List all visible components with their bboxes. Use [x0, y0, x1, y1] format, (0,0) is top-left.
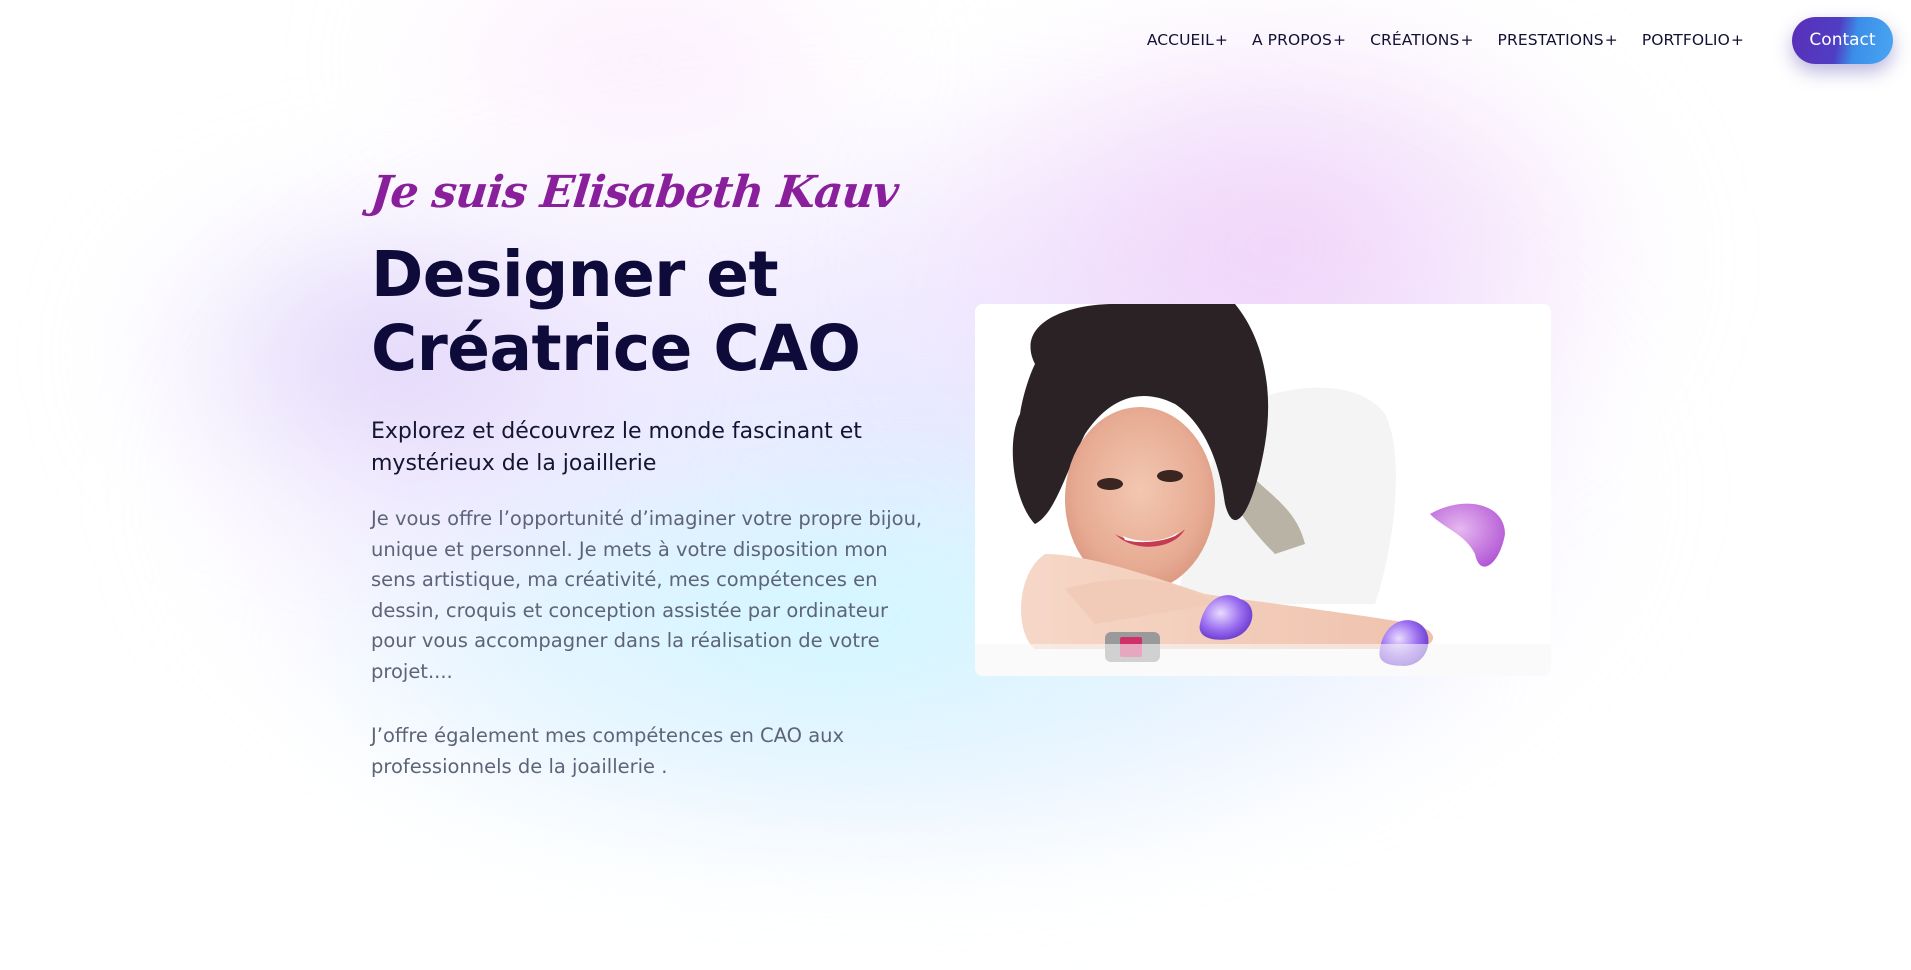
menu-item-label: PRESTATIONS — [1497, 31, 1604, 49]
menu-item-creations[interactable]: CRÉATIONS + — [1370, 31, 1473, 49]
contact-button[interactable]: Contact — [1792, 16, 1893, 64]
plus-icon: + — [1332, 31, 1347, 49]
plus-icon: + — [1460, 31, 1474, 49]
hero-paragraph-1: Je vous offre l’opportunité d’imaginer v… — [371, 507, 923, 683]
hero-kicker: Je suis Elisabeth Kauv — [368, 167, 901, 218]
hero-subtitle: Explorez et découvrez le monde fascinant… — [371, 419, 862, 476]
menu-item-portfolio[interactable]: PORTFOLIO + — [1642, 31, 1744, 49]
menu-item-prestations[interactable]: PRESTATIONS + — [1498, 31, 1618, 49]
plus-icon: + — [1214, 31, 1228, 49]
background-glow — [0, 0, 1911, 970]
main-menu: ACCUEIL + A PROPOS + CRÉATIONS + PRESTATION… — [1123, 31, 1744, 49]
menu-item-label: A PROPOS — [1251, 31, 1332, 49]
plus-icon: + — [1604, 31, 1618, 49]
menu-item-label: CRÉATIONS — [1370, 31, 1460, 49]
portrait-photo — [975, 304, 1551, 676]
menu-item-a-propos[interactable]: A PROPOS + — [1252, 31, 1346, 49]
hero-text: Je suis Elisabeth Kauv Designer et Créat… — [368, 165, 931, 782]
hero-title-line-2: Créatrice CAO — [371, 312, 861, 385]
menu-item-label: PORTFOLIO — [1641, 31, 1730, 49]
top-navigation: ACCUEIL + A PROPOS + CRÉATIONS + PRESTATION… — [1123, 16, 1893, 64]
plus-icon: + — [1730, 31, 1744, 49]
menu-item-label: ACCUEIL — [1146, 31, 1214, 49]
menu-item-accueil[interactable]: ACCUEIL + — [1147, 31, 1228, 49]
hero-title: Designer et Créatrice CAO — [371, 238, 931, 386]
hero-title-line-1: Designer et — [371, 238, 779, 311]
hero-paragraph-2: J’offre également mes compétences en CAO… — [371, 724, 845, 778]
portrait-illustration — [975, 304, 1551, 676]
